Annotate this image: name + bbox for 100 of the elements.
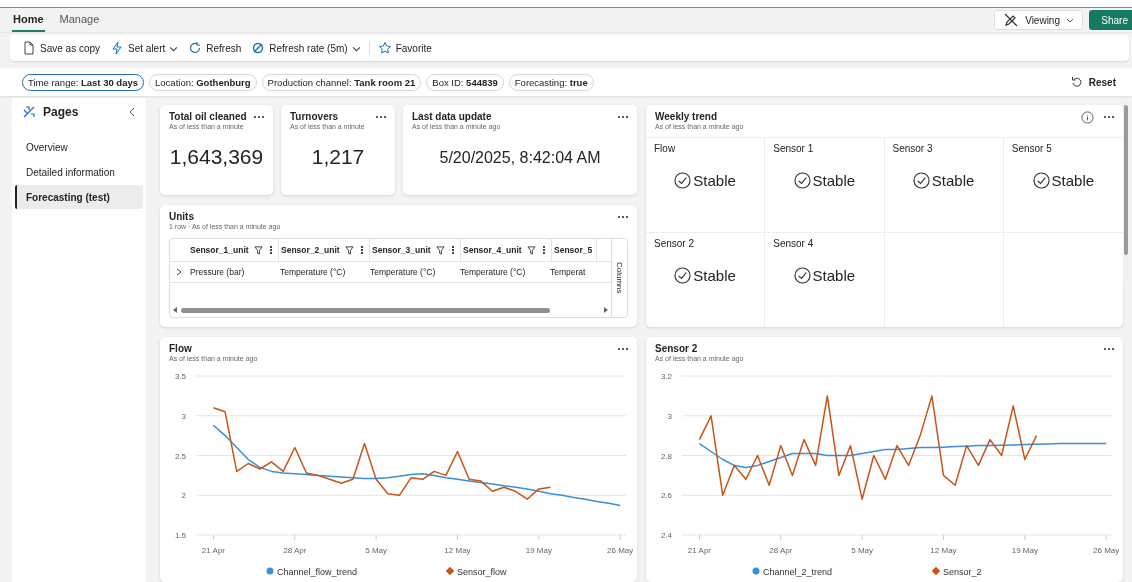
filter-chip[interactable]: Box ID: 544839 bbox=[426, 73, 504, 91]
tab[interactable]: Manage bbox=[58, 8, 101, 32]
column-header[interactable]: Sensor_3_unit bbox=[370, 239, 461, 261]
axis-label: 26 May bbox=[607, 546, 634, 555]
column-header[interactable]: Sensor_5 bbox=[552, 239, 598, 261]
more-options-icon[interactable] bbox=[617, 215, 629, 219]
filter-icon[interactable] bbox=[253, 245, 263, 255]
tile-label: Sensor 5 bbox=[1011, 143, 1052, 154]
kpi-value: 1,217 bbox=[310, 145, 366, 169]
filter-chip[interactable]: Production channel: Tank room 21 bbox=[261, 73, 422, 91]
axis-label: 2.4 bbox=[660, 531, 672, 540]
axis-label: 3 bbox=[181, 411, 186, 421]
axis-label: 2.8 bbox=[660, 451, 672, 461]
refresh-icon bbox=[188, 41, 203, 55]
column-menu-icon[interactable] bbox=[269, 246, 274, 254]
page-item[interactable]: Detailed information bbox=[15, 160, 143, 184]
toolbar-button[interactable]: Set alert bbox=[108, 41, 181, 55]
legend-label: Sensor_flow bbox=[457, 566, 507, 577]
filter-chip[interactable]: Location: Gothenburg bbox=[149, 73, 257, 91]
reset-icon bbox=[1070, 76, 1083, 88]
lightning-icon bbox=[110, 41, 125, 55]
scroll-right-icon[interactable] bbox=[603, 307, 608, 313]
axis-label: 12 May bbox=[930, 546, 957, 555]
status-text: Stable bbox=[812, 266, 856, 284]
column-header[interactable]: Sensor_1_unit bbox=[188, 239, 279, 261]
tile-label: Sensor 4 bbox=[773, 237, 814, 249]
legend-label: Sensor_2 bbox=[943, 566, 982, 577]
pencil-crossed-icon bbox=[1003, 12, 1020, 28]
filter-icon[interactable] bbox=[344, 245, 354, 255]
toolbar-button[interactable]: Favorite bbox=[368, 41, 434, 55]
status-text: Stable bbox=[693, 172, 736, 189]
axis-label: 3.5 bbox=[174, 372, 186, 381]
page-item[interactable]: Forecasting (test) bbox=[15, 185, 143, 209]
check-circle-icon bbox=[793, 172, 811, 189]
more-options-icon[interactable] bbox=[617, 347, 629, 351]
more-options-icon[interactable] bbox=[253, 115, 265, 119]
check-circle-icon bbox=[674, 266, 692, 284]
filter-chip[interactable]: Time range: Last 30 days bbox=[22, 73, 145, 91]
collapse-icon[interactable] bbox=[127, 107, 137, 117]
table-cell-text: Pressure (bar) bbox=[189, 267, 246, 277]
table-cell-text: Temperature (°C) bbox=[369, 267, 437, 277]
column-header[interactable]: Sensor_2_unit bbox=[279, 239, 370, 261]
axis-label: 21 Apr bbox=[201, 546, 225, 555]
document-icon bbox=[22, 41, 36, 55]
kpi-value: 1,643,369 bbox=[168, 145, 265, 169]
column-menu-icon[interactable] bbox=[360, 246, 365, 254]
table-cell-text: Temperature (°C) bbox=[279, 267, 347, 277]
filter-chip[interactable]: Forecasting: true bbox=[508, 73, 594, 91]
more-options-icon[interactable] bbox=[1103, 347, 1115, 351]
caret-icon bbox=[1066, 16, 1074, 24]
check-circle-icon bbox=[1032, 172, 1050, 189]
axis-label: 26 May bbox=[1093, 546, 1120, 555]
filter-icon[interactable] bbox=[526, 245, 536, 255]
axis-label: 19 May bbox=[1011, 546, 1038, 555]
tile-label: Sensor 3 bbox=[892, 143, 933, 154]
toolbar-button[interactable]: Refresh rate (5m) bbox=[249, 41, 363, 55]
check-circle-icon bbox=[793, 266, 811, 284]
panel-title: Pages bbox=[43, 105, 80, 119]
filter-icon[interactable] bbox=[435, 245, 445, 255]
expand-icon[interactable] bbox=[175, 268, 183, 276]
card-title: Flow bbox=[169, 343, 193, 354]
card-title: Total oil cleaned bbox=[169, 111, 247, 122]
share-button[interactable]: Share bbox=[1089, 10, 1132, 30]
viewing-dropdown[interactable]: Viewing bbox=[994, 10, 1083, 30]
legend-label: Channel_2_trend bbox=[763, 566, 833, 577]
table-cell-text: Temperat bbox=[549, 267, 587, 277]
check-circle-icon bbox=[674, 172, 692, 189]
axis-label: 2.5 bbox=[174, 451, 186, 461]
axis-label: 2.6 bbox=[660, 491, 672, 501]
column-menu-icon[interactable] bbox=[451, 246, 456, 254]
kpi-value: 5/20/2025, 8:42:04 AM bbox=[438, 149, 602, 167]
card-title: Units bbox=[169, 211, 195, 222]
status-text: Stable bbox=[1051, 172, 1095, 189]
axis-label: 28 Apr bbox=[283, 546, 307, 555]
status-text: Stable bbox=[812, 172, 856, 189]
tab[interactable]: Home bbox=[12, 8, 45, 32]
status-text: Stable bbox=[693, 266, 736, 284]
scroll-left-icon[interactable] bbox=[173, 307, 178, 313]
toolbar-button[interactable]: Refresh bbox=[186, 41, 244, 55]
axis-label: 5 May bbox=[851, 546, 874, 555]
more-options-icon[interactable] bbox=[617, 115, 629, 119]
tile-label: Sensor 1 bbox=[773, 143, 814, 154]
card-title: Sensor 2 bbox=[655, 343, 699, 354]
page-item[interactable]: Overview bbox=[15, 135, 143, 159]
reset-button[interactable]: Reset bbox=[1064, 75, 1122, 89]
more-options-icon[interactable] bbox=[1103, 115, 1115, 119]
pages-icon bbox=[21, 104, 37, 120]
columns-panel-tab[interactable]: Columns bbox=[611, 239, 627, 317]
status-text: Stable bbox=[931, 172, 975, 189]
card-title: Turnovers bbox=[290, 111, 340, 122]
info-icon[interactable] bbox=[1081, 111, 1094, 124]
table-cell-text: Temperature (°C) bbox=[459, 267, 527, 277]
toolbar-button[interactable]: Save as copy bbox=[20, 41, 103, 55]
card-title: Last data update bbox=[412, 111, 493, 122]
axis-label: 12 May bbox=[444, 546, 471, 555]
column-menu-icon[interactable] bbox=[542, 246, 547, 254]
axis-label: 3.2 bbox=[660, 372, 672, 381]
more-options-icon[interactable] bbox=[375, 115, 387, 119]
axis-label: 19 May bbox=[525, 546, 552, 555]
column-header[interactable]: Sensor_4_unit bbox=[461, 239, 552, 261]
